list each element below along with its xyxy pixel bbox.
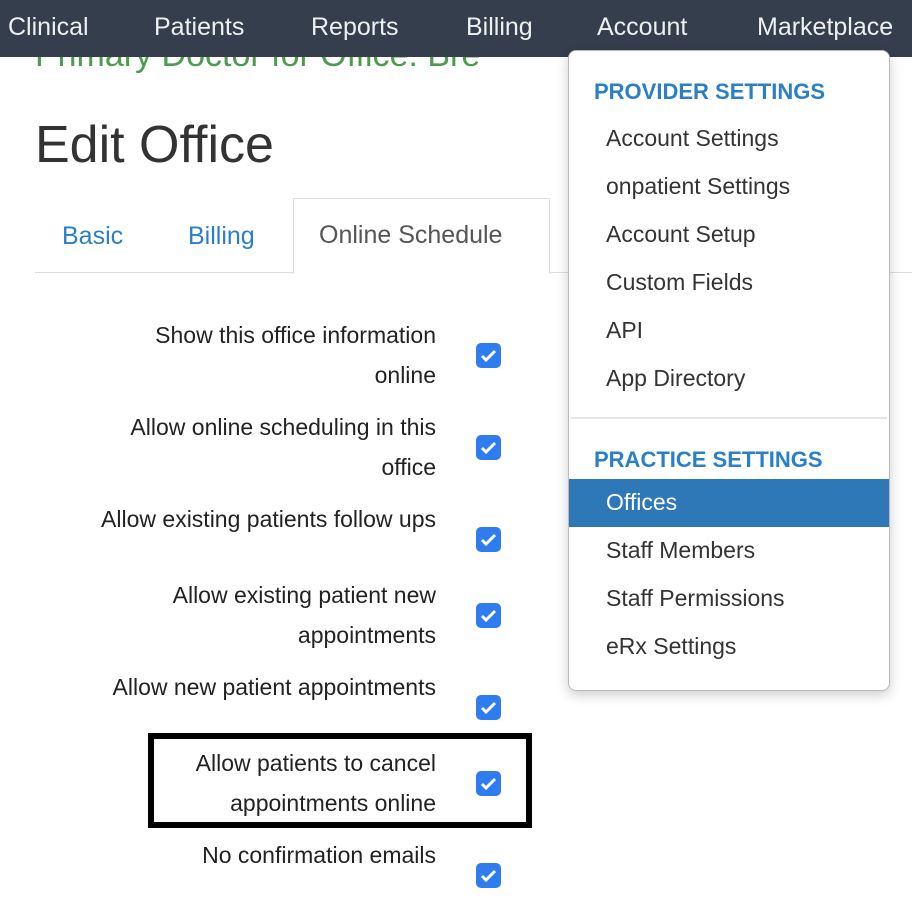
account-dropdown-menu: PROVIDER SETTINGS Account Settings onpati…	[568, 50, 890, 691]
setting-checkbox[interactable]	[476, 527, 501, 552]
setting-checkbox[interactable]	[476, 695, 501, 720]
nav-reports[interactable]: Reports	[311, 13, 399, 42]
nav-account[interactable]: Account	[597, 13, 687, 42]
highlight-box	[148, 733, 532, 828]
page-title: Edit Office	[35, 116, 274, 174]
setting-label: Allow new patient appointments	[112, 674, 436, 700]
menu-divider	[571, 417, 887, 419]
menu-item[interactable]: Account Setup	[569, 211, 889, 259]
nav-clinical[interactable]: Clinical	[8, 13, 89, 42]
checkmark-icon	[480, 441, 497, 455]
menu-item[interactable]: Staff Members	[569, 527, 889, 575]
menu-item[interactable]: Staff Permissions	[569, 575, 889, 623]
checkmark-icon	[480, 609, 497, 623]
checkmark-icon	[480, 533, 497, 547]
menu-item[interactable]: onpatient Settings	[569, 163, 889, 211]
tab-online-schedule[interactable]: Online Schedule	[293, 198, 550, 274]
setting-label: Allow online scheduling in this office	[130, 414, 436, 480]
setting-checkbox[interactable]	[476, 603, 501, 628]
provider-settings-header: PROVIDER SETTINGS	[594, 79, 826, 104]
tab-billing[interactable]: Billing	[188, 222, 255, 251]
setting-label: Allow existing patients follow ups	[101, 506, 436, 532]
tab-basic[interactable]: Basic	[62, 222, 123, 251]
menu-item[interactable]: API	[569, 307, 889, 355]
menu-item[interactable]: eRx Settings	[569, 623, 889, 671]
menu-item[interactable]: Offices	[569, 479, 889, 527]
practice-settings-header: PRACTICE SETTINGS	[594, 447, 823, 472]
checkmark-icon	[480, 349, 497, 363]
setting-label: Allow existing patient new appointments	[172, 582, 436, 648]
checkmark-icon	[480, 869, 497, 883]
menu-item[interactable]: Custom Fields	[569, 259, 889, 307]
setting-checkbox[interactable]	[476, 863, 501, 888]
setting-checkbox[interactable]	[476, 435, 501, 460]
top-navbar: Clinical Patients Reports Billing Accoun…	[0, 0, 912, 57]
nav-patients[interactable]: Patients	[154, 13, 244, 42]
checkmark-icon	[480, 701, 497, 715]
menu-item[interactable]: Account Settings	[569, 115, 889, 163]
nav-marketplace[interactable]: Marketplace	[757, 13, 893, 42]
setting-label: No confirmation emails	[202, 842, 436, 868]
menu-item[interactable]: App Directory	[569, 355, 889, 403]
setting-checkbox[interactable]	[476, 343, 501, 368]
nav-billing[interactable]: Billing	[466, 13, 533, 42]
setting-label: Show this office information online	[155, 322, 436, 388]
